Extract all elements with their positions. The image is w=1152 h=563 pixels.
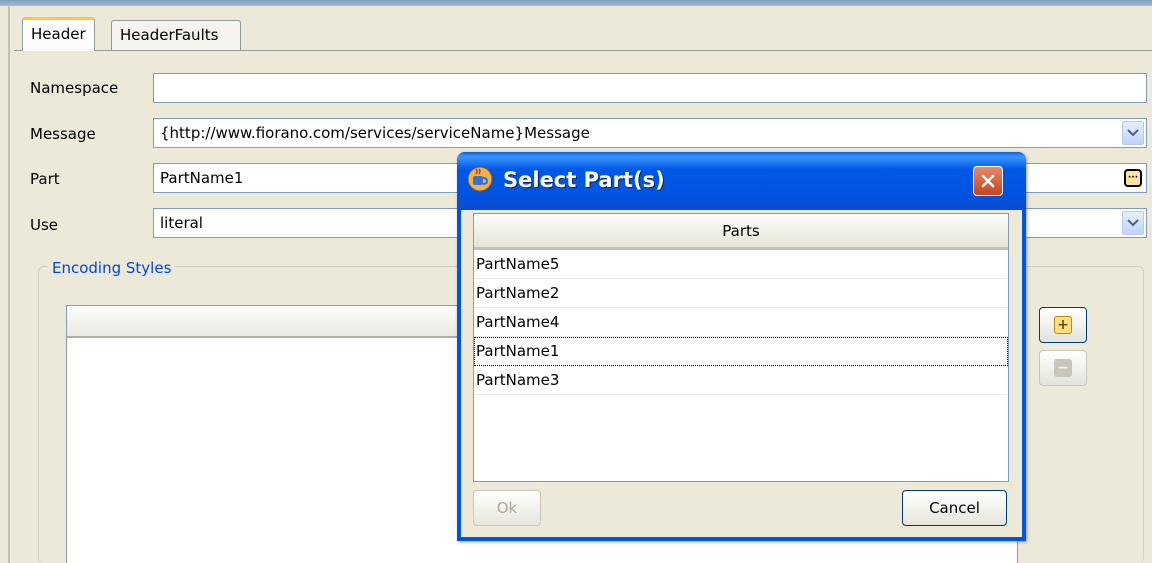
- ok-button[interactable]: Ok: [473, 490, 541, 526]
- namespace-input[interactable]: [153, 73, 1147, 103]
- use-dropdown-button[interactable]: [1122, 211, 1144, 235]
- ellipsis-icon[interactable]: ···: [1124, 169, 1142, 187]
- dialog-titlebar[interactable]: Select Part(s): [457, 152, 1026, 210]
- parts-column-header[interactable]: Parts: [474, 214, 1008, 250]
- message-dropdown-button[interactable]: [1122, 121, 1144, 145]
- message-value: {http://www.fiorano.com/services/service…: [160, 124, 590, 142]
- part-row-partname2[interactable]: PartName2: [474, 279, 1008, 308]
- part-value: PartName1: [160, 169, 244, 187]
- parts-table[interactable]: Parts PartName5 PartName2 PartName4 Part…: [473, 213, 1009, 482]
- dialog-close-button[interactable]: [973, 166, 1003, 196]
- part-row-partname1[interactable]: PartName1: [474, 337, 1008, 366]
- tab-header-faults[interactable]: HeaderFaults: [111, 20, 241, 50]
- part-row-partname5[interactable]: PartName5: [474, 250, 1008, 279]
- remove-encoding-button[interactable]: −: [1039, 350, 1087, 386]
- chevron-down-icon: [1127, 129, 1139, 137]
- part-label: Part: [30, 170, 60, 188]
- tab-header[interactable]: Header: [22, 17, 95, 51]
- tab-strip-border: [14, 50, 1152, 51]
- add-encoding-button[interactable]: +: [1039, 307, 1087, 343]
- message-label: Message: [30, 125, 96, 143]
- use-label: Use: [30, 216, 59, 234]
- java-cup-icon: [467, 166, 493, 192]
- chevron-down-icon: [1127, 219, 1139, 227]
- use-value: literal: [160, 214, 203, 232]
- message-combo[interactable]: {http://www.fiorano.com/services/service…: [153, 118, 1147, 148]
- part-row-partname4[interactable]: PartName4: [474, 308, 1008, 337]
- dialog-title: Select Part(s): [503, 168, 665, 192]
- encoding-styles-title: Encoding Styles: [48, 259, 176, 277]
- select-parts-dialog: Select Part(s) Parts PartName5 PartName2…: [457, 152, 1026, 541]
- minus-icon: −: [1054, 359, 1072, 377]
- cancel-button[interactable]: Cancel: [902, 490, 1007, 526]
- part-row-partname3[interactable]: PartName3: [474, 366, 1008, 395]
- dialog-body: Parts PartName5 PartName2 PartName4 Part…: [461, 210, 1022, 537]
- plus-icon: +: [1054, 316, 1072, 334]
- close-icon: [981, 174, 995, 188]
- namespace-label: Namespace: [30, 79, 119, 97]
